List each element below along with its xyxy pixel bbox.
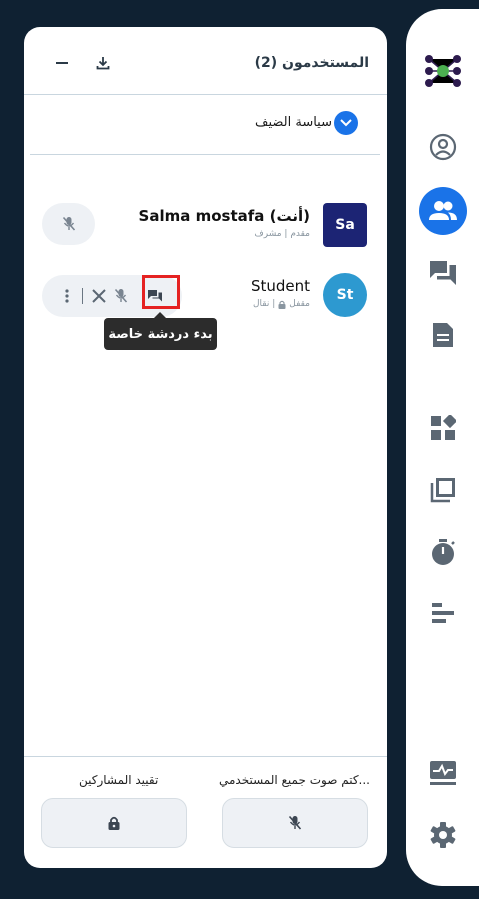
sidebar	[406, 9, 479, 886]
app-logo	[419, 47, 467, 95]
sidebar-item-connection[interactable]	[419, 749, 467, 797]
avatar: St	[323, 273, 367, 317]
user-name: Student	[250, 277, 310, 295]
minimize-button[interactable]	[52, 53, 72, 73]
sidebar-item-chat[interactable]	[419, 249, 467, 297]
sidebar-item-poll[interactable]	[419, 590, 467, 638]
highlight-box	[142, 275, 180, 309]
settings-icon	[430, 822, 456, 848]
avatar: Sa	[323, 203, 367, 247]
divider	[82, 288, 83, 304]
chat-icon	[430, 261, 456, 285]
notes-icon	[433, 323, 453, 347]
lock-viewers-label: تقييد المشاركين	[79, 773, 159, 787]
mic-off-icon	[288, 815, 302, 830]
sidebar-item-settings[interactable]	[419, 811, 467, 859]
download-icon	[96, 57, 110, 70]
mic-toggle-button[interactable]	[42, 203, 95, 245]
user-role: مقدم | مشرف	[254, 229, 310, 239]
camera-off-icon	[92, 289, 106, 303]
sidebar-item-notes[interactable]	[419, 311, 467, 359]
mute-user-button[interactable]	[109, 288, 133, 304]
mic-off-icon	[114, 288, 128, 303]
library-icon	[430, 478, 455, 503]
sidebar-item-apps[interactable]	[419, 404, 467, 452]
timer-icon	[432, 539, 455, 565]
users-panel: المستخدمون (2) سياسة الضيف Sa Salma most…	[24, 27, 387, 868]
mute-all-label: كتم صوت جميع المستخدمي...	[219, 773, 370, 787]
logo-icon	[425, 55, 461, 87]
sidebar-item-timer[interactable]	[419, 528, 467, 576]
poll-icon	[432, 603, 454, 623]
panel-header: المستخدمون (2)	[24, 27, 387, 95]
lock-icon	[278, 300, 286, 309]
tooltip: بدء دردشة خاصة	[104, 312, 217, 350]
sidebar-item-profile[interactable]	[419, 123, 467, 171]
guest-policy-label: سياسة الضيف	[255, 115, 332, 130]
page-title: المستخدمون (2)	[254, 55, 369, 71]
remove-user-button[interactable]	[89, 288, 109, 304]
user-circle-icon	[429, 133, 457, 161]
more-options-button[interactable]	[58, 289, 76, 303]
sidebar-item-library[interactable]	[419, 466, 467, 514]
lock-icon	[108, 816, 120, 830]
sidebar-item-users[interactable]	[419, 187, 467, 235]
more-vertical-icon	[65, 289, 69, 303]
minus-icon	[56, 62, 68, 64]
footer: كتم صوت جميع المستخدمي... تقييد المشاركي…	[24, 756, 387, 868]
mic-off-icon	[62, 216, 75, 231]
download-button[interactable]	[93, 53, 113, 73]
chevron-down-icon	[334, 111, 358, 135]
lock-viewers-button[interactable]	[41, 798, 187, 848]
user-status: نقال | مقفل	[253, 299, 310, 309]
guest-policy-toggle[interactable]: سياسة الضيف	[24, 95, 387, 153]
health-icon	[430, 761, 456, 785]
apps-icon	[431, 415, 456, 440]
user-name: Salma mostafa (أنت)	[138, 207, 310, 225]
divider	[30, 154, 380, 155]
users-icon	[429, 201, 457, 220]
mute-all-button[interactable]	[222, 798, 368, 848]
